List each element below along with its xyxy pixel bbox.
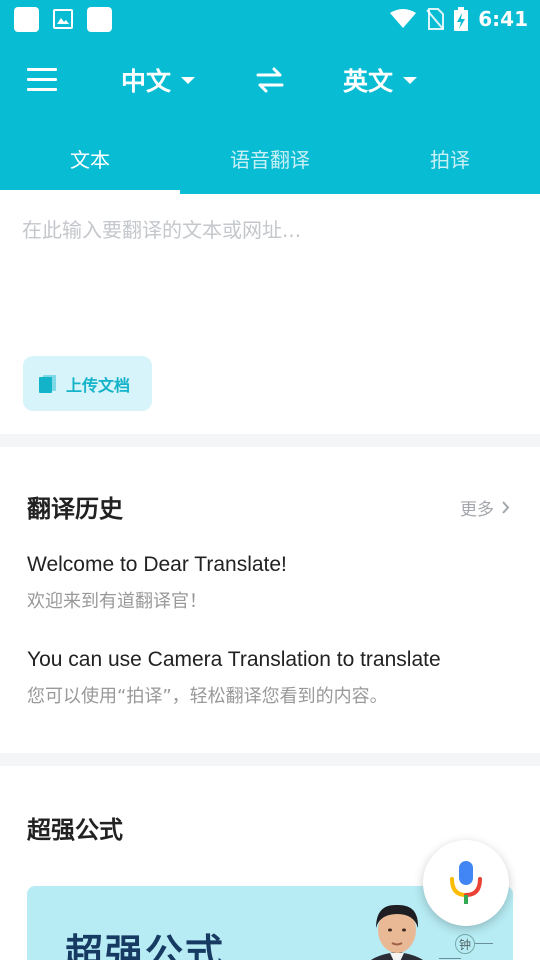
status-icons: 6:41 [390,6,528,32]
image-notification-icon [53,9,73,29]
status-time: 6:41 [478,7,528,31]
battery-charging-icon [454,7,469,31]
tab-photo-translation[interactable]: 拍译 [360,122,540,194]
app-bar: 中文 英文 [0,38,540,122]
no-sim-icon [426,8,445,30]
history-translation-text: 您可以使用“拍译”，轻松翻译您看到的内容。 [27,686,388,707]
wifi-icon [390,9,417,28]
translation-input[interactable] [22,214,518,334]
menu-button[interactable] [27,68,57,92]
history-translation-text: 欢迎来到有道翻译官！ [27,591,207,612]
app-header: 6:41 中文 英文 文本 语音翻译 拍译 [0,0,540,194]
notification-icon [14,7,39,32]
source-language-label: 中文 [121,67,172,96]
history-more-link[interactable]: 更多 [460,495,510,520]
translation-history-card: 翻译历史 更多 Welcome to Dear Translate! 欢迎来到有… [0,447,540,753]
banner-title: 超强公式 [65,930,226,960]
formula-title: 超强公式 [27,816,123,844]
menu-icon-line [27,88,57,91]
more-label: 更多 [460,500,494,520]
tab-voice-translation[interactable]: 语音翻译 [180,122,360,194]
decor-line [475,943,493,944]
history-source-text: Welcome to Dear Translate! [27,553,287,576]
stamp-badge: 钟 [455,934,475,954]
swap-languages-button[interactable] [255,66,285,94]
history-item[interactable]: Welcome to Dear Translate! 欢迎来到有道翻译官！ [27,553,517,613]
decor-line [439,958,461,959]
voice-input-button[interactable] [423,840,509,926]
input-card: 上传文档 [0,194,540,434]
mode-tabs: 文本 语音翻译 拍译 [0,122,540,194]
history-item[interactable]: You can use Camera Translation to transl… [27,648,517,708]
target-language-selector[interactable]: 英文 [343,60,418,100]
menu-icon-line [27,78,57,81]
tab-text[interactable]: 文本 [0,122,180,194]
target-language-label: 英文 [343,67,394,96]
upload-document-button[interactable]: 上传文档 [23,356,152,411]
source-language-selector[interactable]: 中文 [121,60,196,100]
chevron-down-icon [181,76,196,84]
microphone-icon [450,861,482,904]
chevron-down-icon [403,76,418,84]
history-title: 翻译历史 [27,495,123,523]
status-bar: 6:41 [0,0,540,38]
history-source-text: You can use Camera Translation to transl… [27,648,441,671]
chevron-right-icon [502,501,510,514]
swap-icon [256,67,284,93]
notification-icon [87,7,112,32]
upload-document-label: 上传文档 [66,375,131,395]
document-icon [39,374,56,393]
menu-icon [27,68,57,71]
presenter-image [371,904,423,960]
